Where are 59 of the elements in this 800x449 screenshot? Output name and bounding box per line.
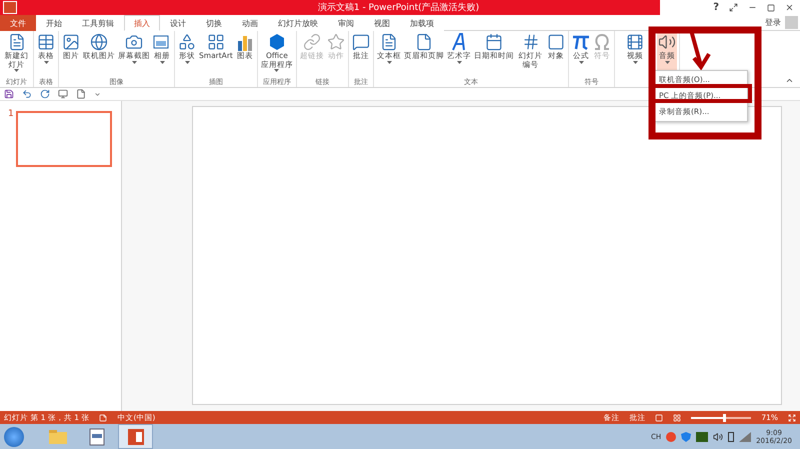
caret-icon	[274, 69, 280, 72]
new-file-icon[interactable]	[76, 89, 86, 99]
link-icon	[303, 33, 322, 51]
folder-icon	[48, 428, 68, 444]
sign-in-link[interactable]: 登录	[765, 17, 781, 28]
redo-icon[interactable]	[40, 89, 50, 99]
restore-icon[interactable]	[767, 4, 775, 12]
help-button[interactable]: ?	[713, 2, 719, 13]
start-button[interactable]	[4, 426, 24, 446]
fit-to-window-icon[interactable]	[788, 414, 796, 422]
presentation-app-icon	[126, 428, 144, 446]
caret-icon	[664, 60, 670, 64]
input-method-icon[interactable]	[666, 432, 676, 442]
customize-toolbar-icon[interactable]	[94, 90, 101, 98]
slide-thumbnail[interactable]	[16, 111, 112, 167]
caret-icon	[578, 60, 584, 64]
slide-number: 1	[8, 109, 14, 119]
comment-icon	[352, 33, 370, 51]
taskbar-app[interactable]	[118, 424, 153, 449]
caret-icon	[632, 60, 638, 64]
caret-icon	[386, 60, 392, 64]
gpu-icon[interactable]	[696, 432, 708, 442]
signal-icon[interactable]	[739, 432, 752, 442]
undo-icon[interactable]	[22, 89, 32, 99]
image-icon	[62, 33, 80, 51]
bar-chart-icon	[236, 33, 254, 51]
caret-icon	[456, 60, 462, 64]
newslide-icon	[8, 33, 26, 51]
hexagon-icon	[268, 33, 286, 51]
save-icon[interactable]	[4, 89, 14, 99]
hash-icon	[522, 33, 540, 51]
star-icon	[327, 33, 346, 51]
ribbon-tab[interactable]: 文件	[0, 15, 36, 31]
caret-icon	[44, 60, 48, 64]
app-logo-icon	[3, 1, 17, 14]
document-icon	[88, 428, 104, 446]
omega-icon	[593, 33, 612, 51]
calendar-icon	[485, 33, 504, 51]
pi-icon	[572, 33, 590, 51]
caret-icon	[184, 60, 190, 64]
slideshow-icon[interactable]	[58, 89, 68, 99]
collapse-ribbon-icon[interactable]	[785, 76, 794, 85]
camera-icon	[125, 33, 143, 51]
sorter-view-icon[interactable]	[673, 414, 682, 422]
battery-icon[interactable]	[728, 431, 734, 442]
photo-album-icon	[153, 33, 171, 51]
shapes-icon	[178, 33, 196, 51]
caret-icon	[160, 60, 164, 64]
window-title: 演示文稿1 - PowerPoint(产品激活失败)	[316, 2, 480, 14]
close-icon[interactable]	[785, 3, 794, 12]
volume-icon[interactable]	[713, 432, 724, 442]
ribbon-tab[interactable]: 插入	[124, 15, 160, 31]
normal-view-icon[interactable]	[655, 414, 664, 422]
table-icon	[37, 33, 55, 51]
caret-icon	[132, 60, 136, 64]
display-options-icon[interactable]	[729, 3, 738, 12]
audio-icon	[658, 33, 676, 51]
film-icon	[626, 33, 644, 51]
caret-icon	[14, 69, 19, 72]
